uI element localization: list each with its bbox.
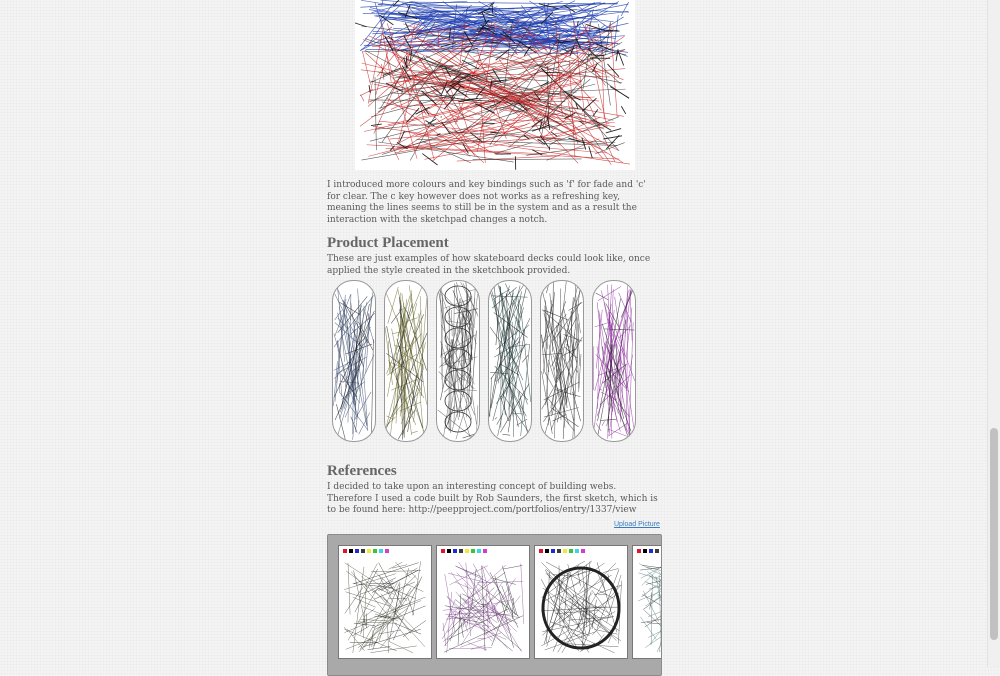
page-scrollbar[interactable] [987, 0, 1000, 667]
skateboard-deck [592, 280, 636, 442]
gallery-thumbnail[interactable] [436, 545, 530, 659]
upload-picture-link[interactable]: Upload Picture [614, 521, 660, 528]
skateboard-deck [488, 280, 532, 442]
skateboard-deck [540, 280, 584, 442]
scrollbar-thumb[interactable] [990, 428, 998, 640]
gallery-thumbnail[interactable] [632, 545, 662, 659]
skateboard-deck [384, 280, 428, 442]
gallery-thumbnail[interactable] [338, 545, 432, 659]
skateboard-deck [332, 280, 376, 442]
product-placement-text: These are just examples of how skateboar… [327, 254, 660, 277]
palette-swatch [661, 549, 662, 553]
gallery-thumbnail[interactable] [534, 545, 628, 659]
skateboard-deck [436, 280, 480, 442]
picture-gallery[interactable] [327, 534, 662, 676]
references-text: I decided to take upon an interesting co… [327, 482, 660, 517]
intro-paragraph: I introduced more colours and key bindin… [327, 180, 660, 226]
product-placement-heading: Product Placement [327, 235, 449, 252]
skateboard-decks [327, 280, 637, 442]
sketch-artwork-image [355, 0, 635, 170]
references-heading: References [327, 463, 397, 480]
